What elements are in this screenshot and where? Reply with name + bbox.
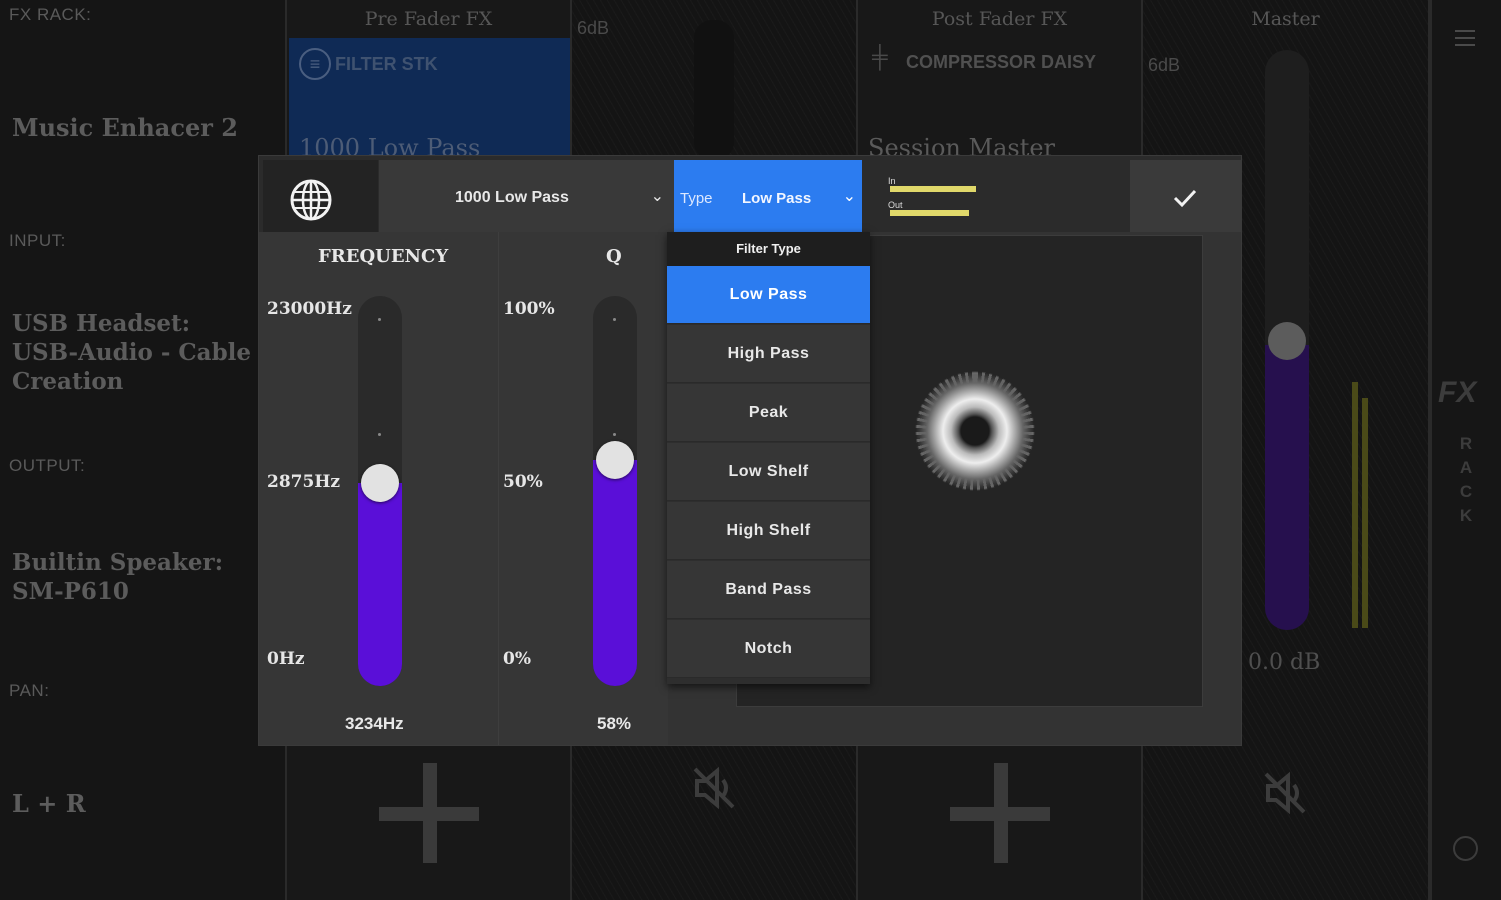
master-level-meter-right [1362, 398, 1368, 628]
channel-fader-track[interactable] [694, 20, 734, 160]
preset-dropdown[interactable]: 1000 Low Pass ⌄ [379, 160, 674, 232]
filter-type-option[interactable]: High Pass [667, 325, 870, 383]
slider-tick [378, 433, 381, 436]
pre-fader-title: Pre Fader FX [364, 8, 493, 30]
menu-icon[interactable] [1455, 30, 1475, 51]
checkmark-icon [1173, 189, 1197, 208]
filter-type-prefix: Type [680, 190, 713, 207]
input-value-line2: USB-Audio - Cable [12, 339, 252, 366]
frequency-mid-label: 2875Hz [267, 472, 341, 492]
dialog-header: 1000 Low Pass ⌄ Type Low Pass ⌄ In Out [259, 156, 1241, 232]
output-value-line1: Builtin Speaker: [12, 549, 224, 576]
rack-letter: A [1459, 458, 1473, 477]
filter-icon: ≡ [299, 48, 331, 80]
input-value-line1: USB Headset: [12, 310, 191, 337]
filter-type-option[interactable]: Low Pass [667, 266, 870, 324]
chevron-down-icon: ⌄ [650, 188, 664, 205]
globe-icon [290, 179, 332, 221]
mute-speaker-icon[interactable] [689, 763, 739, 813]
frequency-value: 3234Hz [345, 714, 404, 733]
q-slider[interactable] [593, 296, 637, 686]
mixer-info-column: FX RACK: Music Enhacer 2 INPUT: USB Head… [0, 0, 287, 900]
frequency-slider-fill [358, 483, 402, 686]
filter-type-dropdown[interactable]: Type Low Pass ⌄ [674, 160, 862, 232]
fx-rack-logo-text: R A C K [1459, 432, 1473, 528]
input-meter-label: In [888, 176, 896, 186]
frequency-title: FREQUENCY [318, 246, 449, 267]
add-post-fader-fx-icon[interactable] [950, 763, 1050, 863]
rack-letter: C [1459, 482, 1473, 501]
q-slider-fill [593, 460, 637, 686]
pre-fader-effect-name: FILTER STK [335, 54, 438, 74]
filter-type-option[interactable]: Peak [667, 384, 870, 442]
slider-tick [378, 318, 381, 321]
fx-rack-logo: FX [1438, 376, 1477, 409]
master-mute-speaker-icon[interactable] [1260, 768, 1310, 818]
output-meter-label: Out [888, 200, 903, 210]
post-fader-effect-name[interactable]: COMPRESSOR DAISY [906, 52, 1096, 73]
frequency-min-label: 0Hz [267, 649, 305, 669]
filter-type-menu: Filter Type Low Pass High Pass Peak Low … [667, 232, 870, 684]
add-pre-fader-fx-icon[interactable] [379, 763, 479, 863]
filter-type-option[interactable]: Notch [667, 620, 870, 678]
globe-button[interactable] [263, 160, 378, 232]
channel-db-label: 6dB [577, 18, 610, 38]
input-value-line3: Creation [12, 368, 124, 395]
master-fader-knob[interactable] [1268, 322, 1306, 360]
output-level-bar [890, 210, 969, 216]
circle-icon[interactable] [1453, 836, 1478, 861]
pan-value[interactable]: L + R [12, 789, 86, 818]
slider-tick [613, 318, 616, 321]
filter-type-option[interactable]: Low Shelf [667, 443, 870, 501]
master-level-meter-left [1352, 382, 1358, 628]
equalizer-icon: ╪ [872, 44, 888, 69]
master-volume-value: 0.0 dB [1248, 650, 1321, 675]
chevron-down-icon: ⌄ [842, 188, 856, 205]
fx-rack-label: FX RACK: [9, 5, 92, 24]
fx-rack-value: Music Enhacer 2 [12, 113, 238, 142]
filter-type-menu-header: Filter Type [667, 232, 870, 266]
rack-letter: K [1459, 506, 1473, 525]
q-slider-knob[interactable] [596, 441, 634, 479]
pan-label: PAN: [9, 681, 50, 700]
output-label: OUTPUT: [9, 456, 86, 475]
filter-type-option[interactable]: High Shelf [667, 502, 870, 560]
io-level-meters: In Out [862, 160, 1130, 232]
frequency-max-label: 23000Hz [267, 299, 352, 319]
q-title: Q [606, 246, 622, 267]
filter-type-value: Low Pass [742, 190, 812, 207]
master-title: Master [1251, 8, 1320, 30]
rack-letter: R [1459, 434, 1473, 453]
input-label: INPUT: [9, 231, 66, 250]
preset-dropdown-value: 1000 Low Pass [455, 189, 569, 206]
post-fader-title: Post Fader FX [931, 8, 1068, 30]
q-max-label: 100% [503, 299, 555, 319]
master-fader-fill [1265, 345, 1309, 630]
output-value-line2: SM-P610 [12, 578, 129, 605]
pre-fader-fx-slot[interactable]: ≡ FILTER STK 1000 Low Pass [289, 38, 570, 162]
input-level-bar [890, 186, 976, 192]
q-min-label: 0% [503, 649, 531, 669]
filter-type-option[interactable]: Band Pass [667, 561, 870, 619]
master-db-label: 6dB [1148, 55, 1181, 75]
q-value: 58% [597, 714, 632, 733]
visualizer-swirl [915, 371, 1035, 491]
frequency-slider-knob[interactable] [361, 464, 399, 502]
confirm-button[interactable] [1130, 160, 1241, 232]
q-mid-label: 50% [503, 472, 543, 492]
slider-tick [613, 433, 616, 436]
